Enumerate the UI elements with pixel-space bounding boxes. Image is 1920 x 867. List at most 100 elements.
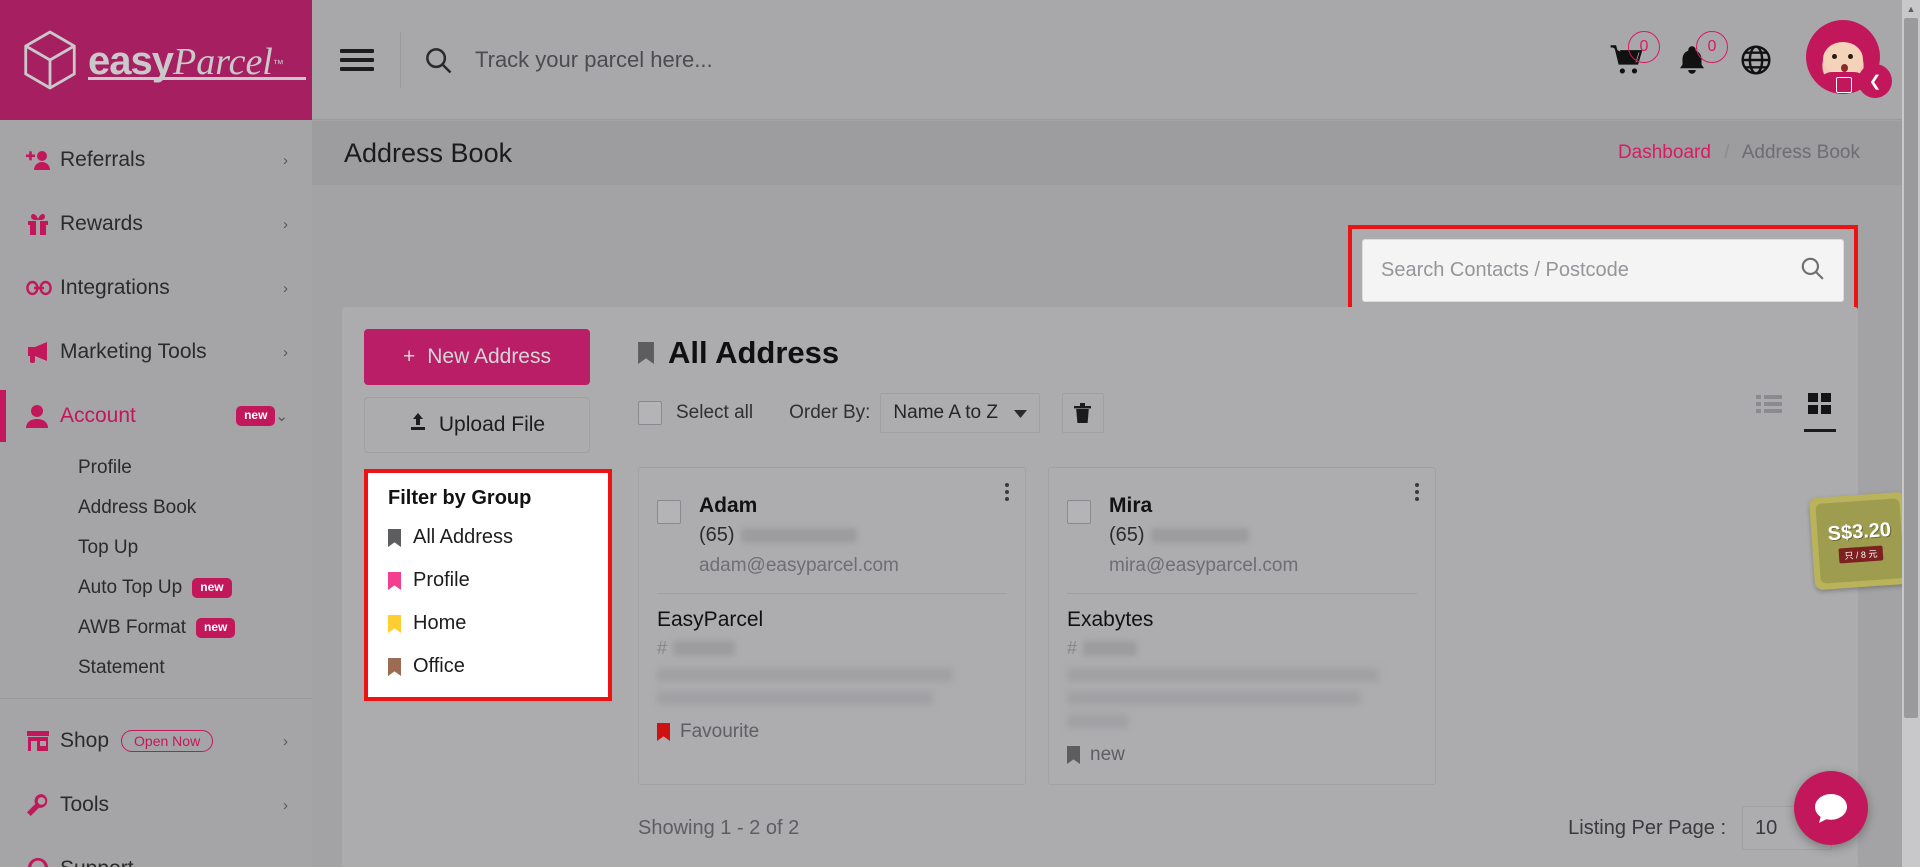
contact-card[interactable]: Mira (65) mira@easyparcel.com Exabytes #… [1048,467,1436,785]
list-view-icon[interactable] [1756,394,1782,419]
hash-symbol: # [657,638,668,658]
sidebar-nav: Referrals › Rewards › Integrations › Mar… [0,120,312,867]
filter-group-all-address[interactable]: All Address [368,516,608,559]
chat-bubble-icon [1815,794,1847,823]
contact-card[interactable]: Adam (65) adam@easyparcel.com EasyParcel [638,467,1026,785]
brand-logo[interactable]: easyParcel™ [0,0,312,120]
sidebar-item-rewards[interactable]: Rewards › [0,192,312,256]
cart-button[interactable]: 0 [1610,30,1660,75]
filter-group-label: Office [413,655,465,677]
select-all-checkbox[interactable] [638,401,662,425]
address-book-panel: + New Address Upload File Filter by Grou… [342,307,1858,867]
sidebar-item-label: Marketing Tools [60,340,207,363]
filter-group-label: Profile [413,569,470,591]
listing-per-page: Listing Per Page : 10 [1568,806,1832,850]
track-parcel-input[interactable] [475,46,995,73]
page-scrollbar[interactable]: ▲ [1902,0,1920,867]
sidebar-subitem-top-up[interactable]: Top Up [0,528,312,568]
breadcrumb-dashboard[interactable]: Dashboard [1618,142,1711,163]
promo-amount: S$3.20 [1826,518,1892,545]
user-icon [26,404,60,428]
chevron-down-icon [1013,402,1027,424]
filter-group-office[interactable]: Office [368,645,608,688]
page-title: Address Book [344,137,513,168]
contact-email: adam@easyparcel.com [699,555,899,576]
sidebar-item-shop[interactable]: Shop Open Now › [0,709,312,773]
left-column: + New Address Upload File Filter by Grou… [342,307,612,867]
upload-icon [409,413,427,437]
track-parcel-search[interactable] [423,45,1610,75]
search-contacts-input[interactable] [1381,259,1799,282]
user-menu[interactable]: ❮ [1806,19,1892,100]
grid-view-icon[interactable] [1804,393,1836,432]
contact-email: mira@easyparcel.com [1109,555,1299,576]
logo-parcel-text: Parcel [172,40,273,83]
language-button[interactable] [1740,44,1772,76]
sidebar-subitem-label: Auto Top Up [78,577,183,598]
chevron-down-icon: ⌄ [275,407,288,425]
scrollbar-thumb[interactable] [1904,18,1918,718]
list-heading-label: All Address [668,335,840,370]
sidebar-item-account[interactable]: Account new ⌄ [0,384,312,448]
globe-icon [1741,44,1771,75]
sidebar-subitem-auto-top-up[interactable]: Auto Top Up new [0,568,312,608]
contact-company: EasyParcel [657,608,764,631]
sidebar-item-label: Tools [60,793,110,816]
sidebar-item-integrations[interactable]: Integrations › [0,256,312,320]
search-contacts-box[interactable] [1362,239,1844,302]
new-address-button[interactable]: + New Address [364,329,590,385]
contact-phone: (65) [1109,524,1298,547]
contact-postcode-redacted [1083,641,1138,656]
order-by-select[interactable]: Name A to Z [880,393,1040,433]
sidebar-subitem-address-book[interactable]: Address Book [0,488,312,528]
sidebar-subitem-statement[interactable]: Statement [0,648,312,688]
bookmark-icon [388,701,401,702]
contact-tag: new [1067,744,1417,766]
chat-button[interactable] [1794,771,1868,845]
sidebar-subitem-profile[interactable]: Profile [0,448,312,488]
contact-checkbox[interactable] [657,500,681,524]
filter-by-group-highlight: Filter by Group All Address Profile Home [364,469,612,701]
list-footer: Showing 1 - 2 of 2 Listing Per Page : 10 [638,789,1832,867]
scroll-up-arrow[interactable]: ▲ [1902,0,1920,18]
link-icon [26,280,60,296]
search-icon [423,45,453,75]
showing-count: Showing 1 - 2 of 2 [638,816,800,839]
contact-checkbox[interactable] [1067,500,1091,524]
filter-group-pick-up[interactable]: Pick Up [368,688,608,702]
upload-file-button[interactable]: Upload File [364,397,590,453]
sidebar-item-marketing-tools[interactable]: Marketing Tools › [0,320,312,384]
hash-symbol: # [1067,638,1078,658]
sidebar-item-label: Support [60,857,288,867]
kebab-menu-icon[interactable] [1415,480,1419,504]
wrench-icon [26,793,60,817]
hamburger-icon[interactable] [340,44,374,76]
chevron-down-icon[interactable]: ❮ [1858,63,1892,98]
contact-company: Exabytes [1067,608,1154,631]
sidebar-item-label: Integrations [60,276,170,299]
filter-group-profile[interactable]: Profile [368,559,608,602]
promo-badge[interactable]: S$3.20 只 / 8 元 [1808,491,1912,591]
search-icon[interactable] [1799,255,1825,286]
notifications-button[interactable]: 0 [1678,30,1728,75]
sidebar-item-support[interactable]: Support [0,837,312,867]
top-header: 0 0 [312,0,1920,120]
delete-selected-button[interactable] [1061,393,1104,433]
headset-icon [26,857,60,867]
sidebar-item-tools[interactable]: Tools › [0,773,312,837]
view-toggle [1756,393,1836,432]
contact-card-header: Adam (65) adam@easyparcel.com [657,482,1007,577]
filter-group-label: All Address [413,526,514,548]
search-highlight-box [1348,225,1858,316]
filter-group-label: Pick Up [413,698,482,701]
bookmark-icon [657,723,670,741]
kebab-menu-icon[interactable] [1005,480,1009,504]
contact-address-redacted [657,691,933,705]
badge-new: new [192,578,232,598]
contact-card-list: Adam (65) adam@easyparcel.com EasyParcel [638,467,1832,785]
sidebar-item-referrals[interactable]: Referrals › [0,128,312,192]
contact-tag-label: Favourite [680,721,760,742]
sidebar-subitem-awb-format[interactable]: AWB Format new [0,608,312,648]
filter-group-home[interactable]: Home [368,602,608,645]
contact-tag: Favourite [657,721,1007,743]
